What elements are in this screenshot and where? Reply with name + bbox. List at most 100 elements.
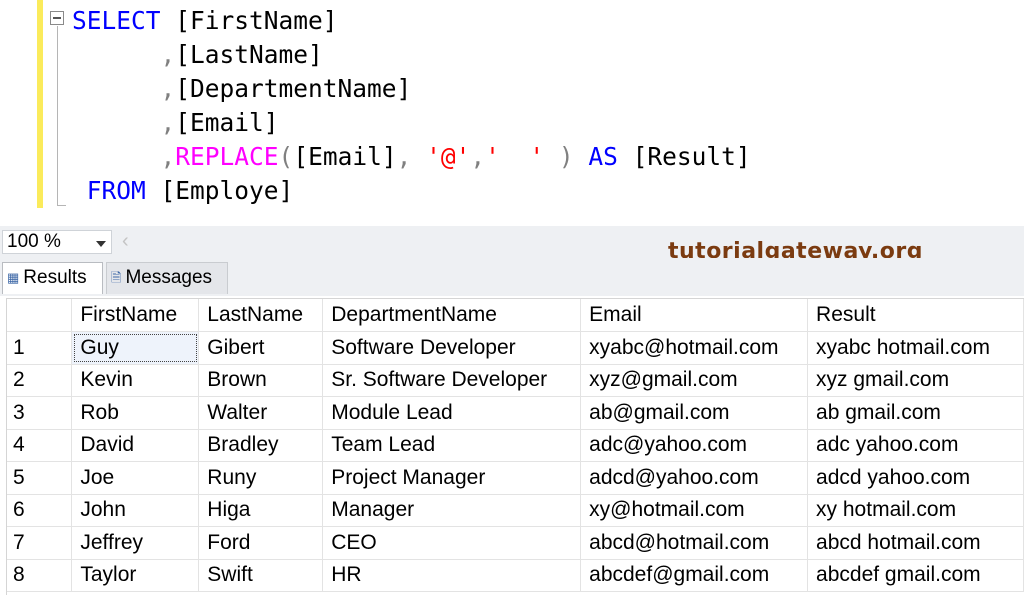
- row-number-cell[interactable]: 6: [7, 494, 72, 527]
- table-cell[interactable]: xyz@gmail.com: [581, 364, 808, 397]
- table-cell[interactable]: Swift: [199, 559, 323, 592]
- row-number-cell[interactable]: 4: [7, 429, 72, 462]
- column-header[interactable]: Email: [581, 299, 808, 332]
- table-cell[interactable]: xyz gmail.com: [808, 364, 1024, 397]
- chevron-down-icon[interactable]: [96, 241, 106, 247]
- table-cell[interactable]: xy hotmail.com: [808, 494, 1024, 527]
- table-cell[interactable]: Kevin: [72, 364, 199, 397]
- results-table: FirstNameLastNameDepartmentNameEmailResu…: [7, 299, 1024, 592]
- row-number-cell[interactable]: 7: [7, 527, 72, 560]
- code-line: ,[DepartmentName]: [72, 72, 751, 106]
- table-cell[interactable]: Manager: [323, 494, 581, 527]
- table-cell[interactable]: adc@yahoo.com: [581, 429, 808, 462]
- scroll-left-icon[interactable]: ‹: [122, 230, 129, 252]
- code-token: SELECT: [72, 6, 161, 35]
- table-cell[interactable]: Rob: [72, 397, 199, 430]
- table-cell[interactable]: Higa: [199, 494, 323, 527]
- row-number-cell[interactable]: 2: [7, 364, 72, 397]
- table-row[interactable]: 2KevinBrownSr. Software Developerxyz@gma…: [7, 364, 1024, 397]
- code-token: [72, 108, 161, 137]
- tab-results[interactable]: ▦Results: [2, 262, 103, 294]
- table-cell[interactable]: adcd@yahoo.com: [581, 462, 808, 495]
- code-token: ): [544, 142, 588, 171]
- tab-messages[interactable]: 🗎Messages: [106, 262, 228, 294]
- code-token: ,: [161, 74, 176, 103]
- table-cell[interactable]: abcd hotmail.com: [808, 527, 1024, 560]
- row-number-cell[interactable]: 1: [7, 332, 72, 365]
- outline-guide-end: [57, 205, 66, 206]
- table-row[interactable]: 7JeffreyFordCEOabcd@hotmail.comabcd hotm…: [7, 527, 1024, 560]
- table-cell[interactable]: abcd@hotmail.com: [581, 527, 808, 560]
- row-number-cell[interactable]: 3: [7, 397, 72, 430]
- table-row[interactable]: 8TaylorSwiftHRabcdef@gmail.comabcdef gma…: [7, 559, 1024, 592]
- table-cell[interactable]: David: [72, 429, 199, 462]
- table-cell[interactable]: adc yahoo.com: [808, 429, 1024, 462]
- column-header[interactable]: DepartmentName: [323, 299, 581, 332]
- grid-icon: ▦: [7, 263, 19, 293]
- table-cell[interactable]: Sr. Software Developer: [323, 364, 581, 397]
- table-cell[interactable]: Guy: [72, 332, 199, 365]
- message-icon: 🗎: [111, 263, 121, 293]
- column-header[interactable]: LastName: [199, 299, 323, 332]
- table-cell[interactable]: xy@hotmail.com: [581, 494, 808, 527]
- table-cell[interactable]: abcdef@gmail.com: [581, 559, 808, 592]
- code-token: AS: [588, 142, 618, 171]
- code-token: ,: [397, 142, 427, 171]
- code-token: ,: [161, 108, 176, 137]
- code-token: ' ': [485, 142, 544, 171]
- table-cell[interactable]: ab@gmail.com: [581, 397, 808, 430]
- table-cell[interactable]: Jeffrey: [72, 527, 199, 560]
- table-cell[interactable]: Module Lead: [323, 397, 581, 430]
- table-cell[interactable]: Runy: [199, 462, 323, 495]
- collapse-toggle-icon[interactable]: [50, 11, 64, 25]
- table-cell[interactable]: Gibert: [199, 332, 323, 365]
- row-number-cell[interactable]: 5: [7, 462, 72, 495]
- column-header[interactable]: Result: [808, 299, 1024, 332]
- code-token: REPLACE: [175, 142, 278, 171]
- table-cell[interactable]: Taylor: [72, 559, 199, 592]
- code-token: [DepartmentName]: [175, 74, 411, 103]
- table-cell[interactable]: Bradley: [199, 429, 323, 462]
- table-row[interactable]: 4DavidBradleyTeam Leadadc@yahoo.comadc y…: [7, 429, 1024, 462]
- code-token: ,: [161, 40, 176, 69]
- table-cell[interactable]: xyabc@hotmail.com: [581, 332, 808, 365]
- code-token: [72, 74, 161, 103]
- table-cell[interactable]: ab gmail.com: [808, 397, 1024, 430]
- table-row[interactable]: 5JoeRunyProject Manageradcd@yahoo.comadc…: [7, 462, 1024, 495]
- code-token: [Result]: [618, 142, 751, 171]
- table-cell[interactable]: CEO: [323, 527, 581, 560]
- table-cell[interactable]: John: [72, 494, 199, 527]
- code-token: [72, 40, 161, 69]
- header-row: FirstNameLastNameDepartmentNameEmailResu…: [7, 299, 1024, 332]
- tab-results-label: Results: [23, 267, 86, 288]
- tab-messages-label: Messages: [125, 267, 212, 288]
- code-line: FROM [Employe]: [72, 174, 751, 208]
- table-cell[interactable]: Team Lead: [323, 429, 581, 462]
- code-token: [Employe]: [146, 176, 294, 205]
- code-token: [72, 142, 161, 171]
- table-cell[interactable]: abcdef gmail.com: [808, 559, 1024, 592]
- sql-code[interactable]: SELECT [FirstName] ,[LastName] ,[Departm…: [72, 4, 751, 208]
- column-header[interactable]: FirstName: [72, 299, 199, 332]
- table-row[interactable]: 1GuyGibertSoftware Developerxyabc@hotmai…: [7, 332, 1024, 365]
- table-cell[interactable]: Ford: [199, 527, 323, 560]
- table-cell[interactable]: Brown: [199, 364, 323, 397]
- code-token: [Email]: [175, 108, 278, 137]
- results-grid[interactable]: FirstNameLastNameDepartmentNameEmailResu…: [6, 298, 1024, 595]
- table-row[interactable]: 3RobWalterModule Leadab@gmail.comab gmai…: [7, 397, 1024, 430]
- table-cell[interactable]: Software Developer: [323, 332, 581, 365]
- outline-guide: [57, 26, 58, 206]
- code-line: ,[LastName]: [72, 38, 751, 72]
- zoom-value: 100 %: [7, 231, 61, 252]
- table-cell[interactable]: HR: [323, 559, 581, 592]
- table-row[interactable]: 6JohnHigaManagerxy@hotmail.comxy hotmail…: [7, 494, 1024, 527]
- code-token: FROM: [72, 176, 146, 205]
- row-number-cell[interactable]: 8: [7, 559, 72, 592]
- table-cell[interactable]: adcd yahoo.com: [808, 462, 1024, 495]
- table-cell[interactable]: Project Manager: [323, 462, 581, 495]
- table-cell[interactable]: xyabc hotmail.com: [808, 332, 1024, 365]
- table-cell[interactable]: Joe: [72, 462, 199, 495]
- row-number-header[interactable]: [7, 299, 72, 332]
- table-cell[interactable]: Walter: [199, 397, 323, 430]
- sql-editor[interactable]: SELECT [FirstName] ,[LastName] ,[Departm…: [0, 0, 1024, 222]
